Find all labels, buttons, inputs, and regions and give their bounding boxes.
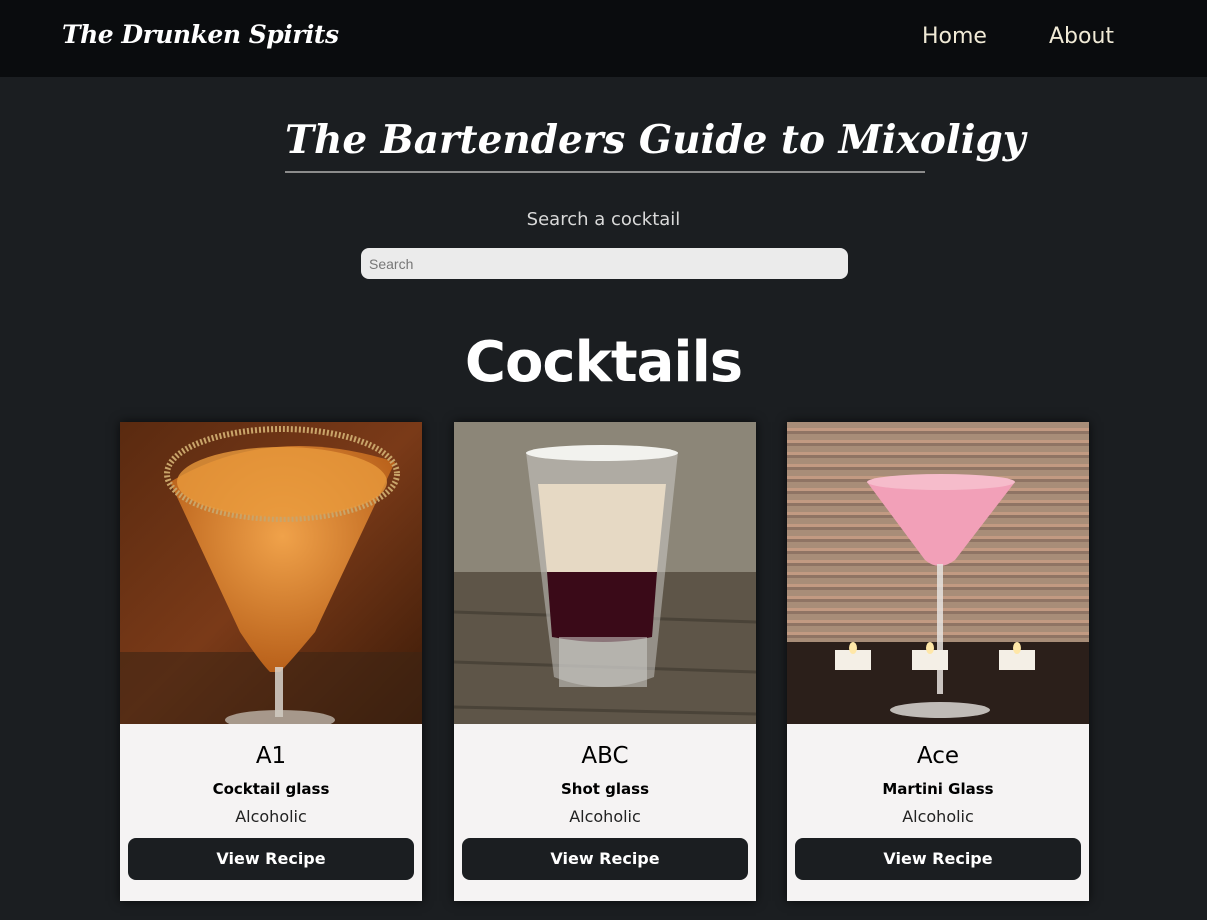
- hero-title: The Bartenders Guide to Mixoligy: [285, 117, 1025, 173]
- cocktail-name: A1: [255, 743, 287, 769]
- search-input[interactable]: [361, 248, 848, 279]
- view-recipe-button[interactable]: View Recipe: [795, 838, 1081, 880]
- view-recipe-button[interactable]: View Recipe: [462, 838, 748, 880]
- brand-logo[interactable]: The Drunken Spirits: [62, 20, 339, 49]
- orange-martini-photo: [120, 422, 422, 724]
- view-recipe-button[interactable]: View Recipe: [128, 838, 414, 880]
- cocktail-card: Ace Martini Glass Alcoholic View Recipe: [787, 422, 1089, 901]
- cocktail-type: Alcoholic: [902, 807, 974, 826]
- cocktail-glass: Cocktail glass: [212, 780, 330, 798]
- cocktail-type: Alcoholic: [235, 807, 307, 826]
- section-title: Cocktails: [464, 330, 743, 395]
- cocktail-type: Alcoholic: [569, 807, 641, 826]
- cocktail-name: Ace: [916, 743, 960, 769]
- nav-home-link[interactable]: Home: [922, 24, 987, 49]
- cocktail-glass: Martini Glass: [882, 780, 994, 798]
- nav-about-link[interactable]: About: [1049, 24, 1114, 49]
- search-label: Search a cocktail: [526, 209, 681, 230]
- cocktail-card: ABC Shot glass Alcoholic View Recipe: [454, 422, 756, 901]
- navbar: The Drunken Spirits Home About: [0, 0, 1207, 77]
- cocktail-card: A1 Cocktail glass Alcoholic View Recipe: [120, 422, 422, 901]
- cocktail-glass: Shot glass: [560, 780, 650, 798]
- cocktail-name: ABC: [581, 743, 629, 769]
- layered-shot-photo: [454, 422, 756, 724]
- pink-martini-photo: [787, 422, 1089, 724]
